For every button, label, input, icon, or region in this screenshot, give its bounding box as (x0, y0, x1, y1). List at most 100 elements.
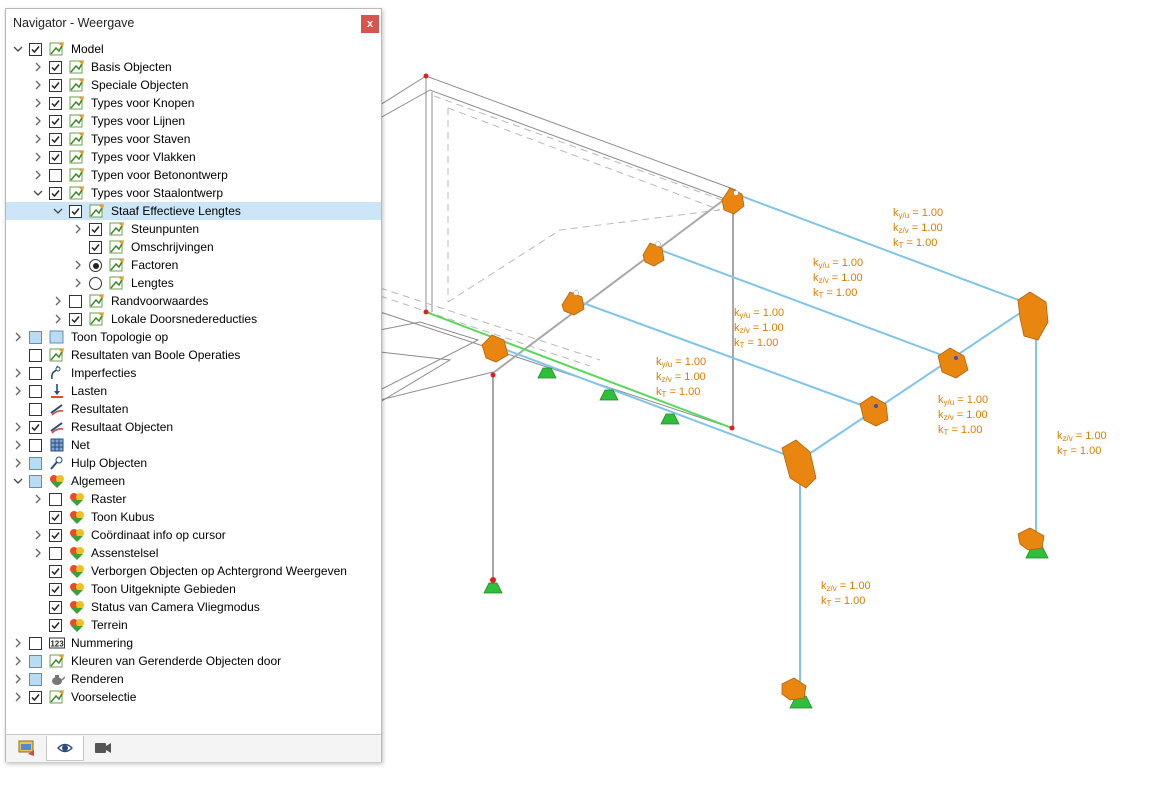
checkbox[interactable] (49, 133, 62, 146)
tree-item[interactable]: Toon Topologie op (6, 328, 381, 346)
tree-item[interactable]: Basis Objecten (6, 58, 381, 76)
chevron-down-icon[interactable] (32, 187, 44, 199)
checkbox[interactable] (49, 547, 62, 560)
checkbox[interactable] (49, 151, 62, 164)
tree-item[interactable]: 123 Nummering (6, 634, 381, 652)
tree-item[interactable]: Resultaten van Boole Operaties (6, 346, 381, 364)
chevron-right-icon[interactable] (32, 97, 44, 109)
chevron-right-icon[interactable] (32, 79, 44, 91)
checkbox[interactable] (89, 241, 102, 254)
chevron-right-icon[interactable] (12, 637, 24, 649)
chevron-right-icon[interactable] (12, 673, 24, 685)
checkbox[interactable] (29, 475, 42, 488)
chevron-right-icon[interactable] (12, 421, 24, 433)
checkbox[interactable] (29, 439, 42, 452)
checkbox[interactable] (49, 565, 62, 578)
tree-item[interactable]: Resultaten (6, 400, 381, 418)
tree-item[interactable]: Typen voor Betonontwerp (6, 166, 381, 184)
checkbox[interactable] (69, 313, 82, 326)
chevron-right-icon[interactable] (52, 295, 64, 307)
tree-item[interactable]: Omschrijvingen (6, 238, 381, 256)
checkbox[interactable] (49, 61, 62, 74)
radio-button[interactable] (89, 259, 102, 272)
chevron-right-icon[interactable] (72, 277, 84, 289)
checkbox[interactable] (29, 331, 42, 344)
checkbox[interactable] (49, 493, 62, 506)
tree-item[interactable]: Imperfecties (6, 364, 381, 382)
chevron-down-icon[interactable] (12, 43, 24, 55)
tree-item[interactable]: Terrein (6, 616, 381, 634)
tree-item[interactable]: Lokale Doorsnedereducties (6, 310, 381, 328)
tree-item[interactable]: Raster (6, 490, 381, 508)
checkbox[interactable] (69, 205, 82, 218)
chevron-right-icon[interactable] (72, 259, 84, 271)
tree-item[interactable]: Types voor Vlakken (6, 148, 381, 166)
tree-item[interactable]: Types voor Lijnen (6, 112, 381, 130)
chevron-right-icon[interactable] (72, 223, 84, 235)
checkbox[interactable] (49, 601, 62, 614)
tree-item[interactable]: Verborgen Objecten op Achtergrond Weerge… (6, 562, 381, 580)
checkbox[interactable] (29, 637, 42, 650)
blue-members[interactable] (492, 192, 1037, 700)
navigator-title-bar[interactable]: Navigator - Weergave x (6, 9, 381, 37)
chevron-right-icon[interactable] (12, 691, 24, 703)
tree-item[interactable]: Renderen (6, 670, 381, 688)
checkbox[interactable] (49, 583, 62, 596)
tree-item[interactable]: Steunpunten (6, 220, 381, 238)
data-tab[interactable] (8, 736, 44, 760)
hinges[interactable] (481, 187, 1049, 701)
chevron-right-icon[interactable] (32, 133, 44, 145)
checkbox[interactable] (29, 43, 42, 56)
checkbox[interactable] (29, 349, 42, 362)
chevron-down-icon[interactable] (12, 475, 24, 487)
checkbox[interactable] (89, 223, 102, 236)
chevron-right-icon[interactable] (12, 385, 24, 397)
tree-item[interactable]: Resultaat Objecten (6, 418, 381, 436)
tree-item[interactable]: Speciale Objecten (6, 76, 381, 94)
tree-item[interactable]: Lengtes (6, 274, 381, 292)
checkbox[interactable] (49, 187, 62, 200)
chevron-right-icon[interactable] (12, 457, 24, 469)
chevron-right-icon[interactable] (32, 529, 44, 541)
chevron-down-icon[interactable] (52, 205, 64, 217)
chevron-right-icon[interactable] (12, 331, 24, 343)
tree-item[interactable]: Status van Camera Vliegmodus (6, 598, 381, 616)
tree-item[interactable]: Assenstelsel (6, 544, 381, 562)
tree-item[interactable]: Coördinaat info op cursor (6, 526, 381, 544)
tree-item[interactable]: Voorselectie (6, 688, 381, 706)
checkbox[interactable] (29, 691, 42, 704)
checkbox[interactable] (29, 385, 42, 398)
tree-item[interactable]: Factoren (6, 256, 381, 274)
chevron-right-icon[interactable] (52, 313, 64, 325)
chevron-right-icon[interactable] (32, 547, 44, 559)
tree-item[interactable]: Model (6, 40, 381, 58)
tree-item[interactable]: Types voor Knopen (6, 94, 381, 112)
checkbox[interactable] (49, 169, 62, 182)
tree-item[interactable]: Randvoorwaardes (6, 292, 381, 310)
checkbox[interactable] (49, 529, 62, 542)
tree-item[interactable]: Staaf Effectieve Lengtes (6, 202, 381, 220)
checkbox[interactable] (29, 367, 42, 380)
tree-item[interactable]: Hulp Objecten (6, 454, 381, 472)
chevron-right-icon[interactable] (32, 61, 44, 73)
chevron-right-icon[interactable] (12, 367, 24, 379)
checkbox[interactable] (49, 97, 62, 110)
chevron-right-icon[interactable] (32, 169, 44, 181)
chevron-right-icon[interactable] (32, 493, 44, 505)
checkbox[interactable] (29, 655, 42, 668)
checkbox[interactable] (49, 79, 62, 92)
checkbox[interactable] (29, 421, 42, 434)
tree-item[interactable]: Types voor Staalontwerp (6, 184, 381, 202)
views-tab[interactable] (84, 736, 120, 760)
close-button[interactable]: x (361, 15, 379, 33)
tree-item[interactable]: Types voor Staven (6, 130, 381, 148)
checkbox[interactable] (49, 511, 62, 524)
tree-item[interactable]: Toon Kubus (6, 508, 381, 526)
display-tab[interactable] (46, 736, 84, 761)
tree-item[interactable]: Lasten (6, 382, 381, 400)
chevron-right-icon[interactable] (12, 439, 24, 451)
tree-item[interactable]: Toon Uitgeknipte Gebieden (6, 580, 381, 598)
checkbox[interactable] (49, 619, 62, 632)
chevron-right-icon[interactable] (12, 655, 24, 667)
checkbox[interactable] (29, 403, 42, 416)
